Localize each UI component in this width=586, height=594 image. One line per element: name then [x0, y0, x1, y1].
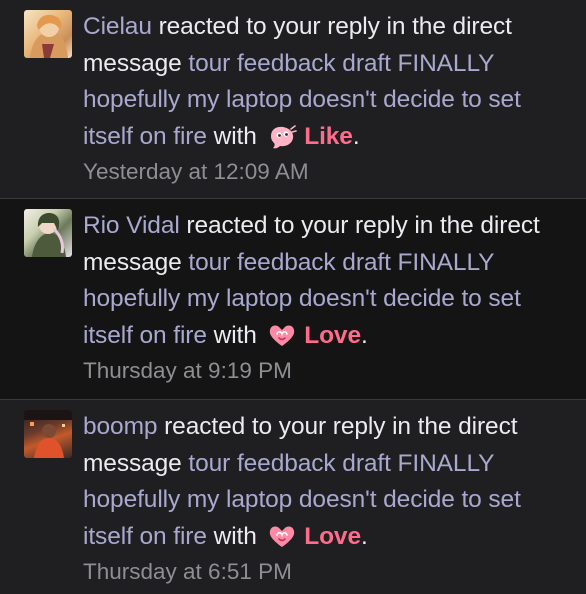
timestamp: Thursday at 6:51 PM	[83, 559, 292, 584]
love-icon	[270, 526, 295, 547]
with-text: with	[206, 122, 264, 150]
avatar[interactable]	[24, 209, 72, 257]
notification-item[interactable]: Cielau reacted to your reply in the dire…	[0, 0, 586, 199]
timestamp: Thursday at 9:19 PM	[83, 358, 292, 383]
user-name[interactable]: boomp	[83, 413, 158, 440]
with-text: with	[206, 522, 264, 550]
with-text: with	[206, 321, 264, 349]
avatar[interactable]	[24, 410, 72, 458]
timestamp: Yesterday at 12:09 AM	[83, 159, 309, 184]
user-name[interactable]: Rio Vidal	[83, 212, 180, 239]
avatar[interactable]	[24, 10, 72, 58]
reaction-label: Love	[304, 522, 361, 550]
reaction-label: Love	[304, 321, 361, 349]
love-icon	[270, 325, 295, 346]
period: .	[361, 321, 368, 349]
user-name[interactable]: Cielau	[83, 13, 152, 40]
notification-text: boomp reacted to your reply in the direc…	[83, 409, 574, 555]
reaction-label: Like	[304, 122, 353, 150]
notification-text: Rio Vidal reacted to your reply in the d…	[83, 208, 574, 354]
period: .	[352, 122, 360, 150]
period: .	[361, 522, 368, 550]
notification-item[interactable]: boomp reacted to your reply in the direc…	[0, 400, 586, 594]
notification-list: Cielau reacted to your reply in the dire…	[0, 0, 586, 594]
notification-item[interactable]: Rio Vidal reacted to your reply in the d…	[0, 199, 586, 400]
like-icon	[271, 124, 298, 148]
notification-text: Cielau reacted to your reply in the dire…	[83, 9, 574, 155]
